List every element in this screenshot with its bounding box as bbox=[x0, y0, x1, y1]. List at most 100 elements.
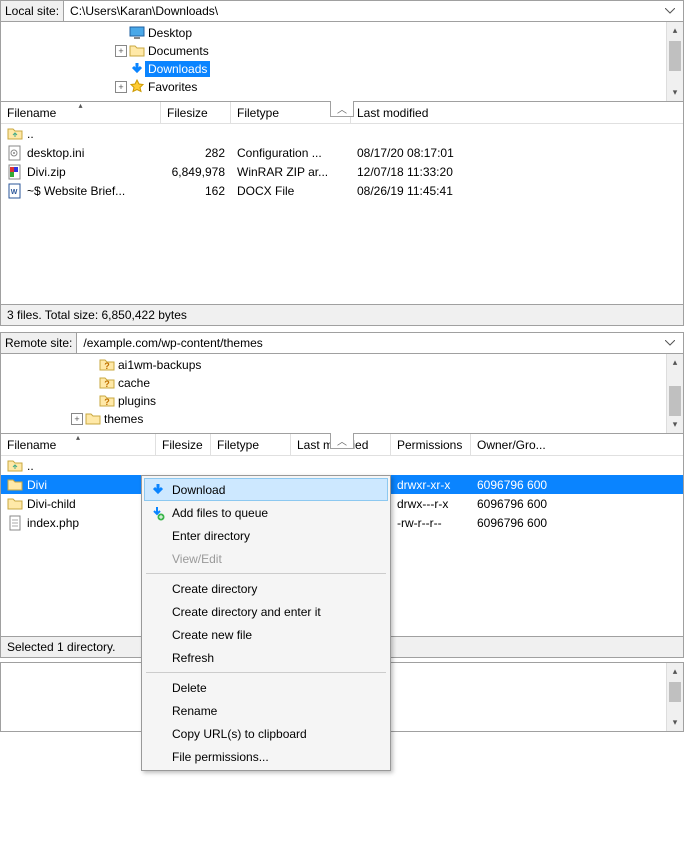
tree-label: Favorites bbox=[145, 79, 200, 95]
file-name: Divi bbox=[27, 478, 47, 492]
menu-item-delete[interactable]: Delete bbox=[144, 676, 388, 699]
col-header-filetype[interactable]: Filetype bbox=[211, 434, 291, 455]
file-mod: 08/17/20 08:17:01 bbox=[351, 146, 481, 160]
col-header-filename[interactable]: ▴Filename bbox=[1, 102, 161, 123]
expander-icon[interactable]: + bbox=[115, 81, 127, 93]
folder-icon bbox=[7, 496, 23, 512]
menu-item-label: Create new file bbox=[172, 628, 252, 642]
tree-item[interactable]: + Favorites bbox=[5, 78, 679, 96]
remote-tree-panel: ?ai1wm-backups?cache?plugins+themes ▴ ▾ bbox=[0, 354, 684, 434]
col-header-lastmod[interactable]: Last modified bbox=[351, 102, 683, 123]
col-header-filename[interactable]: ▴Filename bbox=[1, 434, 156, 455]
menu-separator bbox=[146, 672, 386, 673]
download-arrow-icon bbox=[150, 482, 166, 498]
zip-icon bbox=[7, 164, 23, 180]
file-owner: 6096796 600 bbox=[471, 497, 561, 511]
file-name: Divi-child bbox=[27, 497, 76, 511]
parent-dir-label: .. bbox=[27, 459, 34, 473]
menu-item-label: Copy URL(s) to clipboard bbox=[172, 727, 307, 741]
menu-item-label: Add files to queue bbox=[172, 506, 268, 520]
scroll-thumb[interactable] bbox=[669, 386, 681, 416]
file-size: 162 bbox=[161, 184, 231, 198]
tree-item[interactable]: ?plugins bbox=[5, 392, 679, 410]
menu-item-label: Enter directory bbox=[172, 529, 250, 543]
file-owner: 6096796 600 bbox=[471, 478, 561, 492]
scroll-up-icon[interactable]: ▴ bbox=[667, 663, 683, 680]
parent-dir-row[interactable]: .. bbox=[1, 456, 683, 475]
scroll-down-icon[interactable]: ▾ bbox=[667, 84, 683, 101]
menu-item-copy-url-s-to-clipboard[interactable]: Copy URL(s) to clipboard bbox=[144, 722, 388, 745]
remote-site-label: Remote site: bbox=[1, 333, 77, 353]
scroll-thumb[interactable] bbox=[669, 682, 681, 702]
ini-icon bbox=[7, 145, 23, 161]
file-size: 6,849,978 bbox=[161, 165, 231, 179]
local-site-label: Local site: bbox=[1, 1, 64, 21]
tree-label: Downloads bbox=[145, 61, 210, 77]
monitor-icon bbox=[129, 25, 145, 41]
menu-item-create-directory-and-enter-it[interactable]: Create directory and enter it bbox=[144, 600, 388, 623]
remote-path-bar: Remote site: /example.com/wp-content/the… bbox=[0, 332, 684, 354]
menu-item-label: File permissions... bbox=[172, 750, 269, 764]
folder-q-icon: ? bbox=[99, 375, 115, 391]
scroll-up-icon[interactable]: ▴ bbox=[667, 354, 683, 371]
collapse-handle-icon[interactable]: ︿ bbox=[330, 433, 354, 449]
scroll-up-icon[interactable]: ▴ bbox=[667, 22, 683, 39]
local-tree-scrollbar[interactable]: ▴ ▾ bbox=[666, 22, 683, 101]
tree-item[interactable]: +Documents bbox=[5, 42, 679, 60]
menu-item-view-edit: View/Edit bbox=[144, 547, 388, 570]
file-name: desktop.ini bbox=[27, 146, 84, 160]
context-menu: Download Add files to queue Enter director… bbox=[141, 475, 391, 771]
remote-path-dropdown[interactable] bbox=[665, 340, 683, 346]
collapse-handle-icon[interactable]: ︿ bbox=[330, 101, 354, 117]
file-row[interactable]: desktop.ini 282Configuration ...08/17/20 … bbox=[1, 143, 683, 162]
local-path-dropdown[interactable] bbox=[665, 8, 683, 14]
file-row[interactable]: W~$ Website Brief...162DOCX File08/26/19… bbox=[1, 181, 683, 200]
expander-icon[interactable]: + bbox=[115, 45, 127, 57]
local-tree-panel: Desktop+DocumentsDownloads + Favorites ▴ ▾ bbox=[0, 22, 684, 102]
tree-item[interactable]: ?ai1wm-backups bbox=[5, 356, 679, 374]
log-scrollbar[interactable]: ▴ ▾ bbox=[666, 663, 683, 731]
menu-item-file-permissions-[interactable]: File permissions... bbox=[144, 745, 388, 768]
menu-item-create-new-file[interactable]: Create new file bbox=[144, 623, 388, 646]
folder-icon bbox=[7, 477, 23, 493]
scroll-down-icon[interactable]: ▾ bbox=[667, 714, 683, 731]
file-size: 282 bbox=[161, 146, 231, 160]
sort-asc-icon: ▴ bbox=[76, 433, 80, 442]
menu-item-refresh[interactable]: Refresh bbox=[144, 646, 388, 669]
menu-item-create-directory[interactable]: Create directory bbox=[144, 577, 388, 600]
menu-item-enter-directory[interactable]: Enter directory bbox=[144, 524, 388, 547]
tree-label: cache bbox=[115, 375, 153, 391]
tree-label: plugins bbox=[115, 393, 159, 409]
col-header-owner[interactable]: Owner/Gro... bbox=[471, 434, 561, 455]
file-mod: 08/26/19 11:45:41 bbox=[351, 184, 481, 198]
menu-item-download[interactable]: Download bbox=[144, 478, 388, 501]
col-header-permissions[interactable]: Permissions bbox=[391, 434, 471, 455]
parent-dir-row[interactable]: .. bbox=[1, 124, 683, 143]
file-row[interactable]: Divi.zip6,849,978WinRAR ZIP ar...12/07/1… bbox=[1, 162, 683, 181]
remote-path-input[interactable]: /example.com/wp-content/themes bbox=[77, 333, 665, 353]
menu-item-rename[interactable]: Rename bbox=[144, 699, 388, 722]
local-path-input[interactable]: C:\Users\Karan\Downloads\ bbox=[64, 1, 665, 21]
docx-icon: W bbox=[7, 183, 23, 199]
tree-item[interactable]: + themes bbox=[5, 410, 679, 428]
scroll-thumb[interactable] bbox=[669, 41, 681, 71]
menu-item-add-files-to-queue[interactable]: Add files to queue bbox=[144, 501, 388, 524]
tree-item[interactable]: Downloads bbox=[5, 60, 679, 78]
file-type: Configuration ... bbox=[231, 146, 351, 160]
tree-item[interactable]: Desktop bbox=[5, 24, 679, 42]
file-mod: 12/07/18 11:33:20 bbox=[351, 165, 481, 179]
svg-text:?: ? bbox=[104, 379, 110, 389]
remote-tree-scrollbar[interactable]: ▴ ▾ bbox=[666, 354, 683, 433]
svg-text:?: ? bbox=[104, 361, 110, 371]
menu-item-label: Delete bbox=[172, 681, 207, 695]
star-icon bbox=[129, 79, 145, 95]
tree-item[interactable]: ? cache bbox=[5, 374, 679, 392]
local-path-bar: Local site: C:\Users\Karan\Downloads\ bbox=[0, 0, 684, 22]
col-header-filesize[interactable]: Filesize bbox=[161, 102, 231, 123]
col-header-filesize[interactable]: Filesize bbox=[156, 434, 211, 455]
queue-add-icon bbox=[149, 505, 165, 521]
expander-icon[interactable]: + bbox=[71, 413, 83, 425]
scroll-down-icon[interactable]: ▾ bbox=[667, 416, 683, 433]
folder-up-icon bbox=[7, 126, 23, 142]
tree-label: themes bbox=[101, 411, 146, 427]
